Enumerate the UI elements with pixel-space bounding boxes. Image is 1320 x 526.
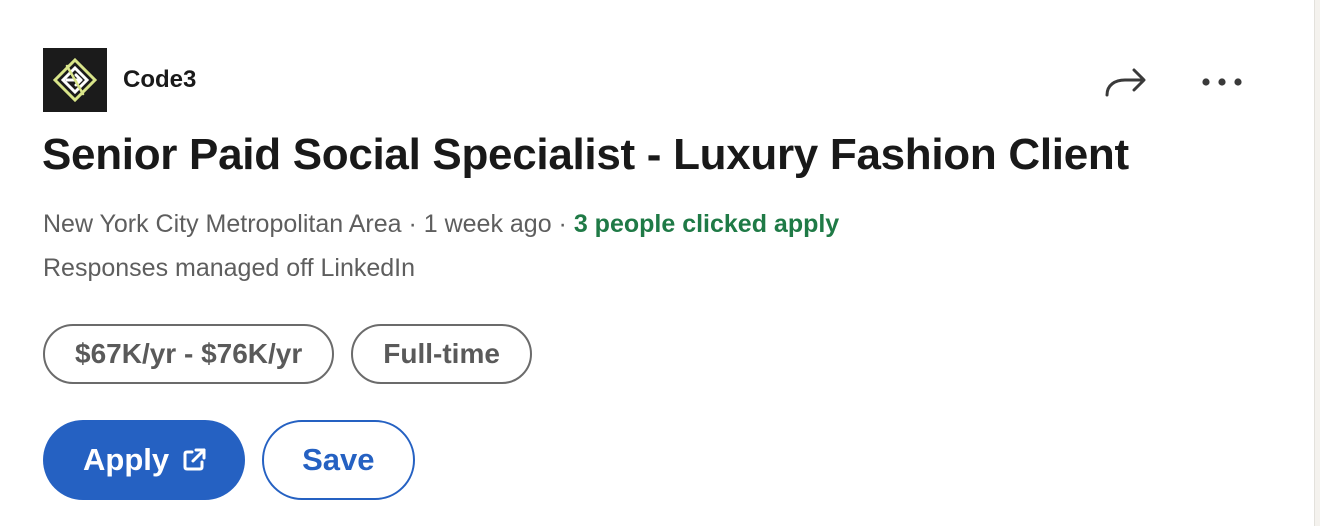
meta-separator: ·	[401, 210, 424, 238]
save-button[interactable]: Save	[262, 420, 415, 500]
job-actions: Apply Save	[43, 420, 415, 500]
company-name[interactable]: Code3	[123, 66, 196, 94]
ellipsis-icon	[1202, 78, 1242, 86]
share-arrow-icon	[1105, 68, 1146, 97]
job-location: New York City Metropolitan Area	[43, 210, 402, 238]
page-scroll-edge	[1314, 0, 1320, 526]
code3-logo-icon	[53, 58, 97, 102]
share-button[interactable]	[1100, 58, 1152, 106]
apply-button[interactable]: Apply	[43, 420, 246, 500]
job-meta: New York City Metropolitan Area · 1 week…	[43, 210, 839, 239]
applicant-count: 3 people clicked apply	[573, 210, 840, 238]
job-card: Code3 Senior Paid Social Specialist - Lu…	[0, 0, 1320, 526]
responses-note: Responses managed off LinkedIn	[43, 254, 416, 282]
employment-type-pill[interactable]: Full-time	[351, 324, 532, 384]
job-insights: $67K/yr - $76K/yr Full-time	[43, 324, 532, 384]
company-logo[interactable]	[43, 48, 107, 112]
more-options-button[interactable]	[1196, 58, 1248, 106]
job-title[interactable]: Senior Paid Social Specialist - Luxury F…	[42, 130, 1129, 180]
meta-separator: ·	[551, 210, 574, 238]
company-header: Code3	[43, 48, 196, 112]
apply-label: Apply	[83, 442, 170, 477]
posted-time: 1 week ago	[423, 210, 552, 238]
salary-pill[interactable]: $67K/yr - $76K/yr	[43, 324, 335, 384]
external-link-icon	[181, 447, 207, 473]
